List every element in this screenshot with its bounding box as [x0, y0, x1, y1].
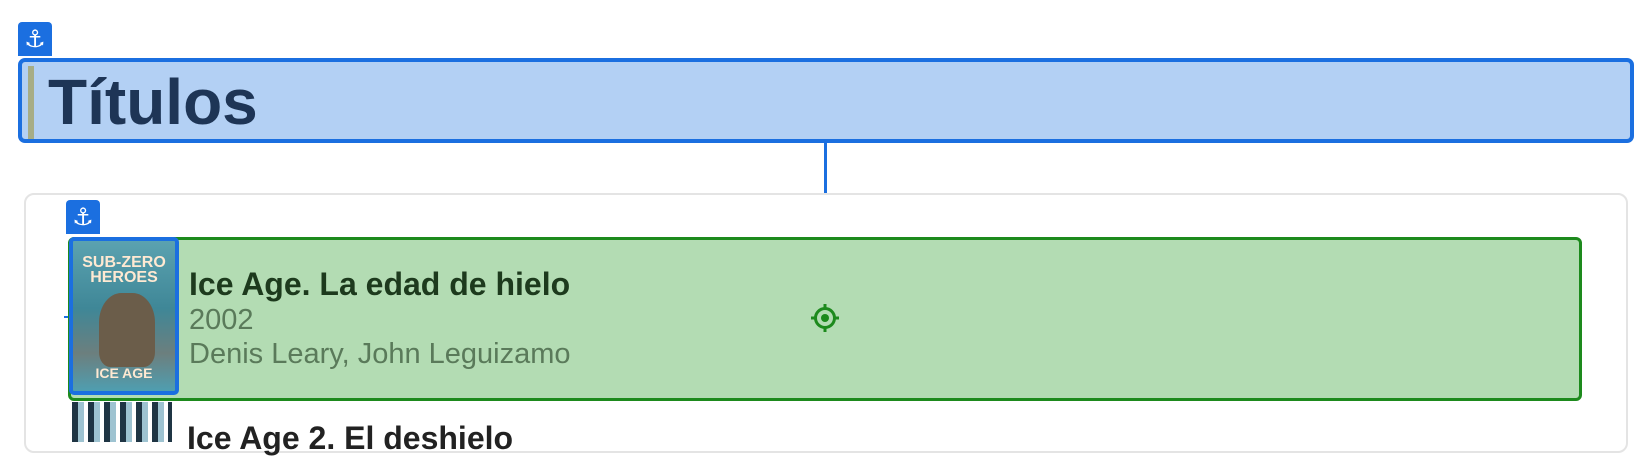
movie-poster[interactable]	[72, 402, 172, 442]
movie-year: 2002	[189, 304, 254, 336]
page-title: Títulos	[48, 66, 258, 138]
crosshair-target-icon	[811, 304, 839, 332]
anchor-icon: ⚓	[18, 22, 52, 56]
heading-accent-bar	[28, 66, 34, 139]
poster-figure	[99, 293, 155, 367]
movie-title[interactable]: Ice Age. La edad de hielo	[189, 264, 570, 304]
movie-cast: Denis Leary, John Leguizamo	[189, 338, 571, 370]
poster-bottom-text: ICE AGE	[95, 365, 153, 381]
section-heading: Títulos	[18, 58, 1634, 143]
movie-title[interactable]: Ice Age 2. El deshielo	[187, 418, 513, 458]
movie-poster[interactable]: SUB-ZERO HEROES ICE AGE	[69, 237, 179, 395]
anchor-icon: ⚓	[66, 200, 100, 234]
poster-top-text: SUB-ZERO HEROES	[82, 254, 166, 286]
